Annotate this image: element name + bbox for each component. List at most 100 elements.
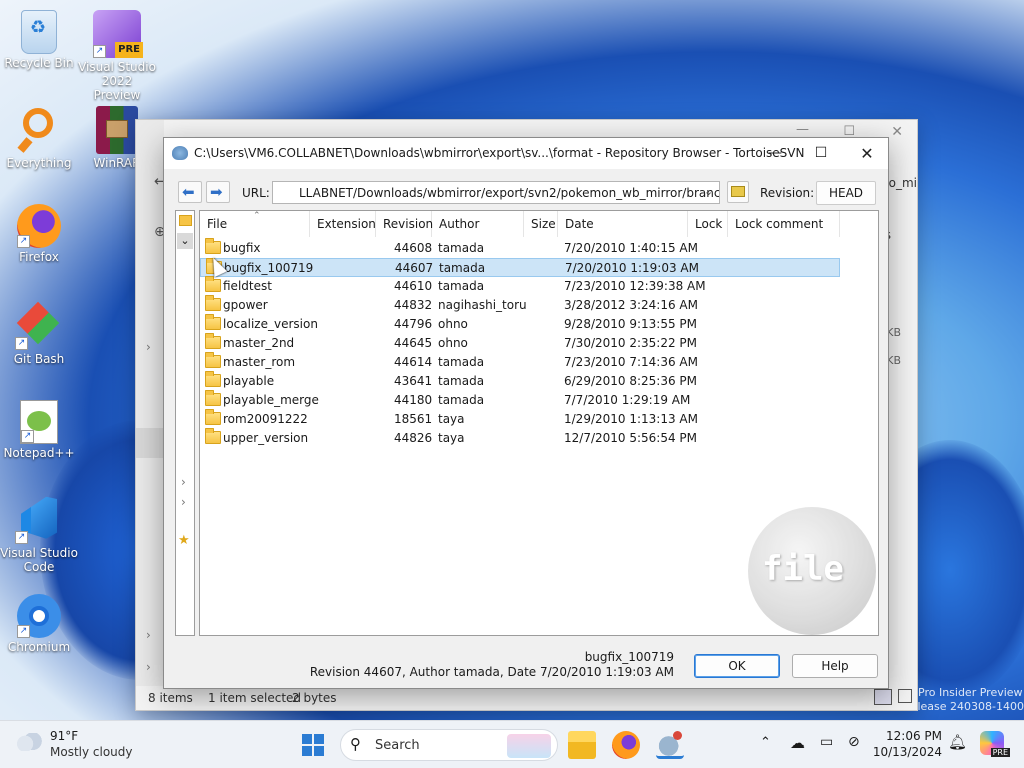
winrar-icon [96, 106, 138, 154]
revision-picker-button[interactable] [727, 181, 749, 203]
desktop-icon-label: Firefox [19, 250, 59, 264]
file-list-row[interactable]: rom20091222 18561 taya 1/29/2010 1:13:13 AM [200, 409, 840, 429]
desktop-icon-git-bash[interactable]: ↗ Git Bash [0, 301, 78, 366]
desktop-icon-notepad-plus-plus[interactable]: ↗ Notepad++ [0, 400, 78, 460]
git-bash-icon: ↗ [15, 301, 63, 350]
row-date: 7/20/2010 1:19:03 AM [565, 261, 699, 275]
firefox-icon: ↗ [17, 204, 61, 248]
explorer-close-button[interactable]: ✕ [891, 124, 903, 140]
file-list-header: File ⌃ Extension Revision Author Size Da… [200, 211, 878, 237]
file-list-row[interactable]: localize_version 44796 ohno 9/28/2010 9:13:… [200, 314, 840, 334]
notification-bell-icon[interactable]: 🔔︎ [948, 733, 967, 751]
status-size: 2 bytes [292, 691, 337, 705]
close-button[interactable]: ✕ [844, 138, 890, 169]
file-list-row[interactable]: playable_merge 44180 tamada 7/7/2010 1:29:1… [200, 390, 840, 410]
help-button[interactable]: Help [792, 654, 878, 678]
repository-browser-dialog: C:\Users\VM6.COLLABNET\Downloads\wbmirro… [163, 137, 889, 689]
file-explorer-taskbar-icon[interactable] [568, 731, 596, 759]
sort-ascending-icon: ⌃ [253, 211, 261, 221]
folder-icon [205, 352, 221, 368]
file-list-row[interactable]: master_2nd 44645 ohno 7/30/2010 2:35:22 PM [200, 333, 840, 353]
desktop-icon-label: Recycle Bin [4, 56, 74, 70]
copilot-icon[interactable]: PRE [980, 731, 1010, 757]
explorer-expand-chevron[interactable]: › [146, 340, 151, 354]
firefox-taskbar-icon[interactable] [612, 731, 640, 759]
file-list-row[interactable]: bugfix_100719 44607 tamada 7/20/2010 1:19:0… [200, 258, 840, 277]
expand-chevron-icon[interactable]: › [181, 495, 186, 509]
url-dropdown-chevron-icon[interactable]: ⌄ [704, 185, 713, 198]
desktop-icon-firefox[interactable]: ↗ Firefox [0, 204, 78, 264]
explorer-nav-pane [136, 120, 164, 710]
collapse-chevron-icon[interactable]: ⌄ [177, 233, 193, 249]
explorer-expand-chevron[interactable]: › [146, 628, 151, 642]
desktop-icon-visual-studio[interactable]: PRE ↗ Visual Studio 2022 Preview [78, 10, 156, 102]
head-revision-button[interactable]: HEAD [816, 181, 876, 205]
tortoisesvn-icon [172, 146, 188, 160]
desktop-icon-recycle-bin[interactable]: ♻ Recycle Bin [0, 10, 78, 70]
shortcut-arrow-icon: ↗ [21, 430, 34, 443]
explorer-minimize-button[interactable]: — [796, 122, 809, 137]
column-header-lock[interactable]: Lock [688, 211, 728, 237]
windows-logo-icon [302, 734, 324, 756]
clock[interactable]: 12:06 PM 10/13/2024 [870, 728, 942, 760]
column-header-author[interactable]: Author [432, 211, 524, 237]
file-list-row[interactable]: fieldtest 44610 tamada 7/23/2010 12:39:38 A… [200, 276, 840, 296]
folder-icon [179, 215, 192, 226]
file-list-row[interactable]: master_rom 44614 tamada 7/23/2010 7:14:36 A… [200, 352, 840, 372]
details-view-icon[interactable] [874, 689, 892, 705]
repository-tree-pane[interactable]: ⌄ › › ★ [175, 210, 195, 636]
back-button[interactable]: ⬅ [178, 181, 202, 203]
row-author: taya [438, 431, 465, 445]
watermark-text: file [762, 549, 844, 589]
start-button[interactable] [300, 731, 328, 759]
watermark-build: Evaluation copy. Build 26100.rs_prerelea… [918, 700, 1024, 713]
file-list[interactable]: File ⌃ Extension Revision Author Size Da… [199, 210, 879, 636]
tiles-view-icon[interactable] [898, 689, 912, 703]
folder-icon [205, 295, 221, 311]
row-date: 7/20/2010 1:40:15 AM [564, 241, 698, 255]
ok-button[interactable]: OK [694, 654, 780, 678]
row-date: 7/23/2010 12:39:38 AM [564, 279, 706, 293]
selected-item-detail: Revision 44607, Author tamada, Date 7/20… [309, 665, 674, 679]
column-header-lock-comment[interactable]: Lock comment [728, 211, 840, 237]
column-header-extension[interactable]: Extension [310, 211, 376, 237]
forward-button[interactable]: ➡ [206, 181, 230, 203]
column-header-date[interactable]: Date [558, 211, 688, 237]
row-author: tamada [439, 261, 486, 275]
url-combobox[interactable]: LLABNET/Downloads/wbmirror/export/svn2/p… [272, 181, 720, 204]
row-author: tamada [438, 374, 485, 388]
desktop-icon-chromium[interactable]: ↗ Chromium [0, 594, 78, 654]
volume-icon[interactable]: ⊘ [848, 734, 860, 750]
maximize-button[interactable]: ☐ [798, 138, 844, 169]
file-list-row[interactable]: upper_version 44826 taya 12/7/2010 5:56:54 … [200, 428, 840, 448]
row-revision: 44610 [394, 279, 433, 293]
minimize-button[interactable]: — [752, 138, 798, 169]
display-icon[interactable]: ▭ [820, 734, 833, 750]
file-list-row[interactable]: gpower 44832 nagihashi_toru 3/28/2012 3:24:… [200, 295, 840, 315]
row-author: tamada [438, 355, 485, 369]
row-author: tamada [438, 279, 485, 293]
clock-date: 10/13/2024 [872, 745, 942, 759]
row-file-name: gpower [223, 298, 268, 312]
network-icon[interactable]: ☁ [790, 734, 805, 752]
weather-widget[interactable]: 91°F Mostly cloudy [14, 727, 154, 763]
row-author: taya [438, 412, 465, 426]
row-date: 7/23/2010 7:14:36 AM [564, 355, 698, 369]
desktop-icon-everything[interactable]: Everything [0, 106, 78, 170]
show-hidden-icons-chevron[interactable]: ⌃ [760, 735, 771, 750]
desktop-icon-vscode[interactable]: ↗ Visual Studio Code [0, 496, 78, 574]
tortoisesvn-taskbar-icon[interactable] [656, 731, 684, 759]
column-header-revision[interactable]: Revision [376, 211, 433, 237]
column-header-size[interactable]: Size [524, 211, 558, 237]
row-author: tamada [438, 393, 485, 407]
weather-temperature: 91°F [50, 729, 79, 743]
desktop-icon-label: Notepad++ [3, 446, 75, 460]
row-revision: 18561 [394, 412, 433, 426]
explorer-scroll-thumb[interactable] [136, 428, 164, 458]
folder-icon [205, 333, 221, 349]
explorer-expand-chevron[interactable]: › [146, 660, 151, 674]
taskbar-search-box[interactable]: ⚲ Search [340, 729, 558, 761]
file-list-row[interactable]: playable 43641 tamada 6/29/2010 8:25:36 PM [200, 371, 840, 391]
expand-chevron-icon[interactable]: › [181, 475, 186, 489]
file-list-row[interactable]: bugfix 44608 tamada 7/20/2010 1:40:15 AM [200, 238, 840, 258]
